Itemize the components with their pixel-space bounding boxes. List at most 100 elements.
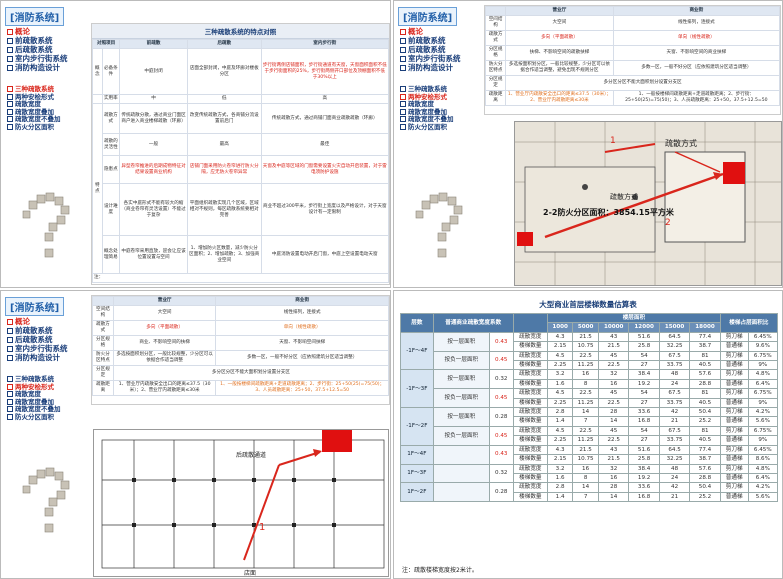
menu-item[interactable]: 前疏散系统 (400, 36, 461, 45)
menu-item[interactable]: 概论 (7, 317, 68, 326)
table-header: 后疏散 (186, 39, 262, 49)
table-cell: 8.6% (747, 454, 779, 465)
table-cell: 5.6% (747, 491, 779, 503)
menu-item[interactable]: 后疏散系统 (7, 335, 68, 344)
table-cell: 22.5 (572, 388, 599, 399)
menu-item[interactable]: 后疏散系统 (7, 45, 68, 54)
table-row: 设计难度 各实中庭形式不能有较大的缩（商业卷帘有灵活设置）不能过于复杂 平面组织… (93, 183, 389, 236)
table-cell: 38.7 (689, 454, 721, 465)
table-cell: 步行街两侧店铺面积，步行街通道有天窗，天窗面积面积不低于步行街面积的25%，步行… (260, 48, 389, 95)
table-cell: 27 (628, 360, 660, 371)
menu-item[interactable]: 室内步行街系统 (7, 344, 68, 353)
checkbox-icon (7, 29, 13, 35)
table-cell: 中庭封闭 (119, 48, 188, 95)
table-header: 12000 (628, 322, 660, 333)
table-cell: 楼梯数量 (512, 416, 549, 427)
table-cell: 14 (572, 482, 599, 493)
table-header: 普通商业疏散宽度系数 (432, 313, 514, 333)
menu-item[interactable]: 后疏散系统 (400, 45, 461, 54)
table-cell: 6.4% (747, 472, 779, 484)
menu-item[interactable]: 防火分区面积 (7, 123, 61, 132)
table-cell: 45 (597, 350, 630, 362)
table-cell: 普通梯 (719, 472, 749, 484)
table-cell: 28.8 (689, 378, 721, 390)
menu-bottom: 三种疏散系统 两种安检形式 疏散宽度 疏散宽度叠加 疏散宽度不叠加 防火分区面积 (7, 375, 61, 422)
table-cell: 6.45% (747, 444, 779, 456)
table-cell: 64.5 (658, 331, 691, 343)
table-row: 疏散的灵活性 一般 最高 最佳 (93, 133, 389, 156)
sidebar-title: [消防系统] (5, 297, 65, 316)
plan-number: 1 (259, 522, 266, 533)
floor-plan: 疏散方式 疏散方式 2-2防火分区面积：3854.15平方米 1 2 (514, 121, 782, 286)
table-cell: 6.4% (747, 378, 779, 390)
table-cell: 普通梯 (719, 491, 749, 503)
question-mark-icon (415, 192, 463, 258)
table-cell: 14 (597, 491, 630, 503)
table-row: 概念 必备条件 中庭封闭 店面全部封闭，中庭及环廊对楼板分区 步行街两侧店铺面积… (92, 48, 389, 95)
checkbox-icon (7, 413, 13, 420)
table-header: 10000 (597, 322, 630, 333)
basis-cell (432, 463, 490, 484)
table-cell: 10.75 (572, 341, 599, 352)
checkbox-icon (7, 65, 13, 71)
table-cell: 22.5 (597, 360, 630, 371)
table-cell: 32.25 (658, 341, 691, 352)
table-cell: 22.5 (572, 425, 599, 437)
table-cell: 商业不超过300平米，步行街上宽度以及严格设计，对于天窗设计有一定限制 (260, 183, 389, 236)
table-cell (92, 94, 103, 104)
table-cell: 11.25 (572, 435, 599, 446)
checkbox-icon (7, 391, 13, 398)
table-cell: 21.5 (597, 454, 630, 465)
table-cell: 普通梯 (719, 435, 749, 446)
plan-number: 2 (665, 218, 671, 228)
table-cell: 7 (572, 416, 599, 427)
table-cell: 疏散宽度 (512, 331, 549, 343)
plan-bottom-label: 店面 (244, 570, 257, 577)
table-cell: 21.5 (572, 444, 599, 456)
table-cell: 9% (747, 360, 779, 371)
menu-item[interactable]: 防火分区面积 (7, 413, 61, 422)
table-cell: 38.4 (628, 463, 660, 474)
menu-bottom: 三种疏散系统 两种安检形式 疏散宽度 疏散宽度叠加 疏散宽度不叠加 防火分区面积 (400, 85, 454, 132)
menu-item[interactable]: 前疏散系统 (7, 36, 68, 45)
checkbox-icon (400, 93, 406, 100)
table-cell: 2.15 (547, 341, 574, 352)
menu-item[interactable]: 防火分区面积 (400, 123, 454, 132)
slide-top-right: [消防系统] 概论 前疏散系统 后疏散系统 室内步行街系统 消防构造设计 三种疏… (393, 0, 783, 288)
table-cell: 28 (597, 482, 630, 493)
table-cell: 81 (689, 425, 721, 437)
menu-item[interactable]: 室内步行街系统 (7, 54, 68, 63)
table-cell: 剪刀梯 (719, 425, 749, 437)
table-cell: 77.4 (689, 444, 721, 456)
menu-item[interactable]: 概论 (7, 27, 68, 36)
table-cell: 2.8 (547, 482, 574, 493)
sidebar-title: [消防系统] (5, 7, 65, 26)
checkbox-icon (7, 406, 13, 413)
menu-item[interactable]: 消防构造设计 (400, 63, 461, 72)
table-body: -1F～4F 按一层面积 0.43 疏散宽度 4.3 21.5 43 51.6 64.5 77.4… (400, 331, 779, 503)
table-cell: 平面组织疏散实现几个区域，区域相对不规则，每区疏散系统要相对完善 (186, 183, 262, 236)
menu-item[interactable]: 概论 (400, 27, 461, 36)
table-cell: 隐患点 (101, 155, 121, 184)
table-row: 空间结构 大空间 线性排列，连接式 (484, 15, 781, 31)
table-cell: 22.5 (572, 350, 599, 362)
menu-item[interactable]: 消防构造设计 (7, 353, 68, 362)
floor-plan: 后疏散通道 1 店面 (93, 429, 389, 577)
coef-cell: 0.32 (488, 369, 514, 390)
table-cell: 21 (658, 416, 691, 427)
table-cell: 43 (597, 331, 630, 343)
table-cell: 2.25 (547, 397, 574, 409)
table-row: 空间结构 大空间 线性排列，连接式 (92, 305, 389, 321)
floor-cell: -1F～2F (400, 407, 434, 446)
table-cell: 店铺门面采用防火卷帘进行防火分隔，应无防火卷帘异常 (186, 155, 262, 184)
table-cell: 普通梯 (719, 397, 749, 409)
table-cell: 21 (658, 491, 691, 503)
coef-cell: 0.45 (488, 425, 514, 446)
menu-item[interactable]: 前疏散系统 (7, 326, 68, 335)
menu-item[interactable]: 消防构造设计 (7, 63, 68, 72)
checkbox-icon (400, 47, 406, 53)
coef-cell: 0.32 (488, 463, 514, 484)
table-cell: 16 (572, 369, 599, 380)
menu-item[interactable]: 室内步行街系统 (400, 54, 461, 63)
menu-bottom: 三种疏散系统 两种安检形式 疏散宽度 疏散宽度叠加 疏散宽度不叠加 防火分区面积 (7, 85, 61, 132)
